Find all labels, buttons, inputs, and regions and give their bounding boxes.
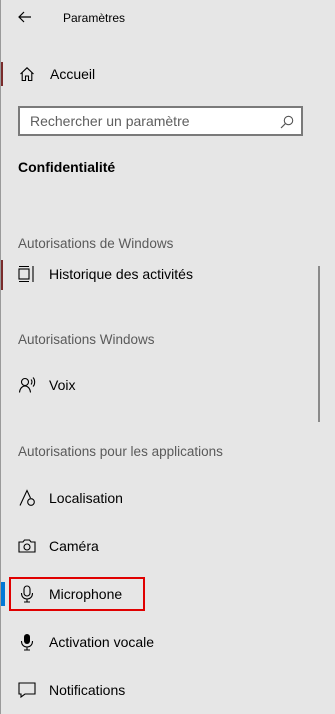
selection-highlight-box: [9, 577, 145, 611]
timeline-icon: [17, 264, 37, 284]
notification-icon: [17, 680, 37, 700]
page-title: Confidentialité: [18, 159, 116, 175]
microphone-filled-icon: [17, 632, 37, 652]
nav-item-label: Localisation: [49, 490, 123, 506]
nav-item-voice[interactable]: Voix: [1, 367, 321, 403]
nav-item-label: Caméra: [49, 538, 99, 554]
speech-icon: [17, 375, 37, 395]
location-icon: [17, 488, 37, 508]
nav-item-voice-activation[interactable]: Activation vocale: [1, 624, 321, 660]
nav-item-label: Historique des activités: [49, 266, 193, 282]
home-icon: [17, 64, 37, 84]
nav-item-camera[interactable]: Caméra: [1, 528, 321, 564]
nav-item-label: Voix: [49, 377, 76, 393]
back-button[interactable]: [12, 6, 38, 28]
section-app-permissions: Autorisations pour les applications: [18, 444, 223, 459]
search-input[interactable]: [30, 113, 270, 129]
camera-icon: [17, 536, 37, 556]
nav-item-notifications[interactable]: Notifications: [1, 672, 321, 708]
section-windows-permissions: Autorisations de Windows: [18, 236, 174, 251]
search-icon[interactable]: [279, 114, 295, 130]
nav-item-location[interactable]: Localisation: [1, 480, 321, 516]
search-box[interactable]: [18, 106, 303, 136]
section-windows-permissions-2: Autorisations Windows: [18, 332, 155, 347]
nav-home[interactable]: Accueil: [1, 56, 321, 92]
nav-item-activity-history[interactable]: Historique des activités: [1, 256, 321, 292]
settings-window: Paramètres Accueil Confidentialité Autor…: [0, 0, 335, 714]
window-title: Paramètres: [63, 11, 126, 25]
nav-item-label: Activation vocale: [49, 634, 155, 650]
arrow-left-icon: [18, 11, 31, 23]
nav-item-label: Notifications: [49, 682, 126, 698]
nav-home-label: Accueil: [50, 66, 96, 82]
title-bar: Paramètres: [1, 0, 335, 36]
